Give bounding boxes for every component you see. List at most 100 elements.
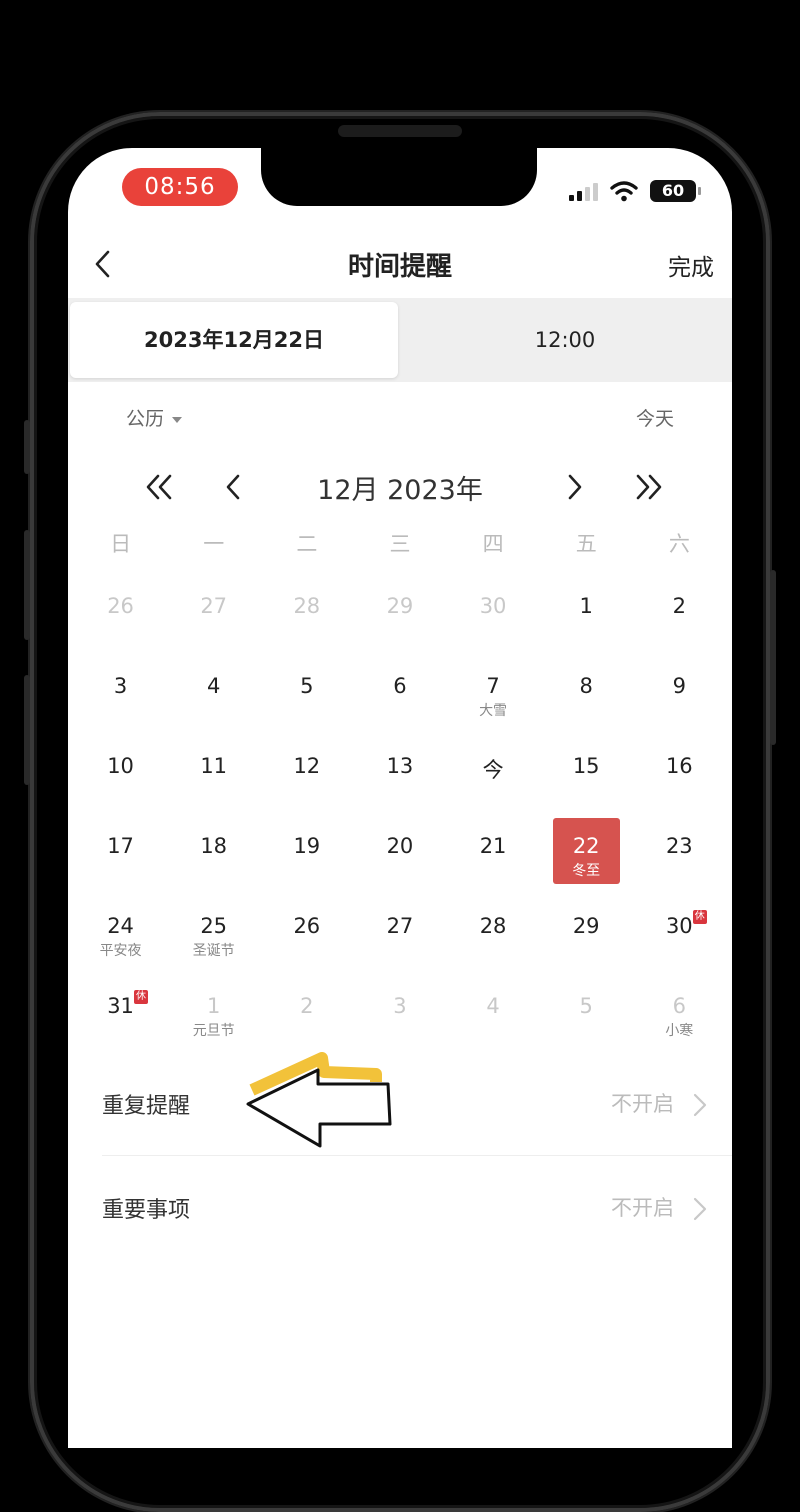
date-cell[interactable]: 7 大雪 xyxy=(447,658,540,738)
volume-up-button xyxy=(24,530,30,640)
date-number: 6 xyxy=(393,674,407,698)
calendar-week-row: 31 休 1 元旦节 2 3 4 5 6 小寒 xyxy=(74,978,726,1058)
date-number: 31 xyxy=(107,994,134,1018)
weekday-header: 日 一 二 三 四 五 六 xyxy=(74,528,726,558)
date-time-segment: 2023年12月22日 12:00 xyxy=(68,298,732,382)
time-tab[interactable]: 12:00 xyxy=(398,302,732,378)
date-number: 16 xyxy=(665,754,693,778)
today-button[interactable]: 今天 xyxy=(636,404,674,431)
date-number: 29 xyxy=(386,594,414,618)
date-number: 5 xyxy=(579,994,593,1018)
status-time: 08:56 xyxy=(122,168,238,206)
weekday-label: 六 xyxy=(668,532,690,556)
calendar-grid: 26 27 28 29 30 1 2 3 4 5 6 7 大雪 8 9 10 11 12 13 今 15 16 17 18 19… xyxy=(74,578,726,1058)
date-tab[interactable]: 2023年12月22日 xyxy=(70,302,398,378)
date-cell[interactable]: 11 xyxy=(167,738,260,818)
date-cell[interactable]: 1 元旦节 xyxy=(167,978,260,1058)
chevron-right-icon xyxy=(693,1197,707,1221)
date-cell[interactable]: 6 xyxy=(353,658,446,738)
selected-date-cell[interactable]: 22 冬至 xyxy=(540,818,633,898)
date-cell[interactable]: 16 xyxy=(633,738,726,818)
date-cell[interactable]: 5 xyxy=(540,978,633,1058)
mute-switch xyxy=(24,420,30,474)
date-cell[interactable]: 3 xyxy=(353,978,446,1058)
date-number: 10 xyxy=(107,754,134,778)
date-cell[interactable]: 19 xyxy=(260,818,353,898)
date-cell[interactable]: 4 xyxy=(167,658,260,738)
weekday-label: 一 xyxy=(203,532,225,556)
date-cell[interactable]: 28 xyxy=(260,578,353,658)
date-number: 2 xyxy=(300,994,314,1018)
date-number: 15 xyxy=(572,754,600,778)
date-number: 12 xyxy=(293,754,321,778)
date-cell[interactable]: 3 xyxy=(74,658,167,738)
done-button[interactable]: 完成 xyxy=(668,248,714,282)
power-button xyxy=(770,570,776,745)
weekday-label: 二 xyxy=(296,532,318,556)
date-cell[interactable]: 17 xyxy=(74,818,167,898)
date-cell[interactable]: 2 xyxy=(260,978,353,1058)
date-cell[interactable]: 10 xyxy=(74,738,167,818)
date-cell[interactable]: 1 xyxy=(540,578,633,658)
calendar-type-dropdown[interactable]: 公历 xyxy=(126,404,183,431)
date-number: 4 xyxy=(486,994,500,1018)
date-cell[interactable]: 25 圣诞节 xyxy=(167,898,260,978)
date-cell[interactable]: 28 xyxy=(447,898,540,978)
date-cell[interactable]: 26 xyxy=(260,898,353,978)
date-cell[interactable]: 29 xyxy=(353,578,446,658)
date-cell[interactable]: 31 休 xyxy=(74,978,167,1058)
date-number: 17 xyxy=(107,834,134,858)
date-cell[interactable]: 29 xyxy=(540,898,633,978)
date-number: 27 xyxy=(386,914,414,938)
date-number: 26 xyxy=(293,914,321,938)
date-number: 21 xyxy=(479,834,507,858)
date-cell[interactable]: 20 xyxy=(353,818,446,898)
date-number: 27 xyxy=(200,594,228,618)
next-year-icon[interactable] xyxy=(634,472,664,502)
date-cell[interactable]: 18 xyxy=(167,818,260,898)
date-cell[interactable]: 8 xyxy=(540,658,633,738)
date-number: 9 xyxy=(672,674,686,698)
date-cell[interactable]: 26 xyxy=(74,578,167,658)
date-festival-label: 大雪 xyxy=(479,703,508,719)
date-number: 28 xyxy=(479,914,507,938)
date-cell[interactable]: 30 休 xyxy=(633,898,726,978)
date-number: 今 xyxy=(482,758,504,782)
date-festival-label: 元旦节 xyxy=(192,1023,235,1039)
chevron-right-icon xyxy=(693,1093,707,1117)
important-item-label: 重要事项 xyxy=(102,1198,191,1223)
date-number: 1 xyxy=(207,994,221,1018)
date-cell[interactable]: 6 小寒 xyxy=(633,978,726,1058)
date-cell[interactable]: 23 xyxy=(633,818,726,898)
date-cell[interactable]: 9 xyxy=(633,658,726,738)
volume-down-button xyxy=(24,675,30,785)
date-number: 30 xyxy=(665,914,693,938)
date-cell[interactable]: 21 xyxy=(447,818,540,898)
signal-icon xyxy=(569,181,598,201)
date-number: 7 xyxy=(486,674,500,698)
month-label: 12月 2023年 xyxy=(317,475,483,506)
divider xyxy=(102,1155,732,1156)
date-cell[interactable]: 27 xyxy=(167,578,260,658)
date-cell[interactable]: 15 xyxy=(540,738,633,818)
date-number: 26 xyxy=(107,594,134,618)
date-number: 1 xyxy=(579,594,593,618)
date-cell[interactable]: 4 xyxy=(447,978,540,1058)
notch xyxy=(261,148,537,206)
repeat-reminder-row[interactable]: 重复提醒 不开启 xyxy=(102,1054,732,1154)
date-number: 25 xyxy=(200,914,228,938)
date-cell[interactable]: 今 xyxy=(447,738,540,818)
next-month-icon[interactable] xyxy=(564,472,584,502)
date-number: 20 xyxy=(386,834,414,858)
date-cell[interactable]: 13 xyxy=(353,738,446,818)
calendar-type-label: 公历 xyxy=(126,408,165,430)
date-cell[interactable]: 30 xyxy=(447,578,540,658)
date-cell[interactable]: 24 平安夜 xyxy=(74,898,167,978)
date-cell[interactable]: 5 xyxy=(260,658,353,738)
important-item-row[interactable]: 重要事项 不开启 xyxy=(102,1158,732,1258)
date-cell[interactable]: 2 xyxy=(633,578,726,658)
date-cell[interactable]: 12 xyxy=(260,738,353,818)
date-festival-label: 平安夜 xyxy=(99,943,142,959)
date-number: 4 xyxy=(207,674,221,698)
date-cell[interactable]: 27 xyxy=(353,898,446,978)
